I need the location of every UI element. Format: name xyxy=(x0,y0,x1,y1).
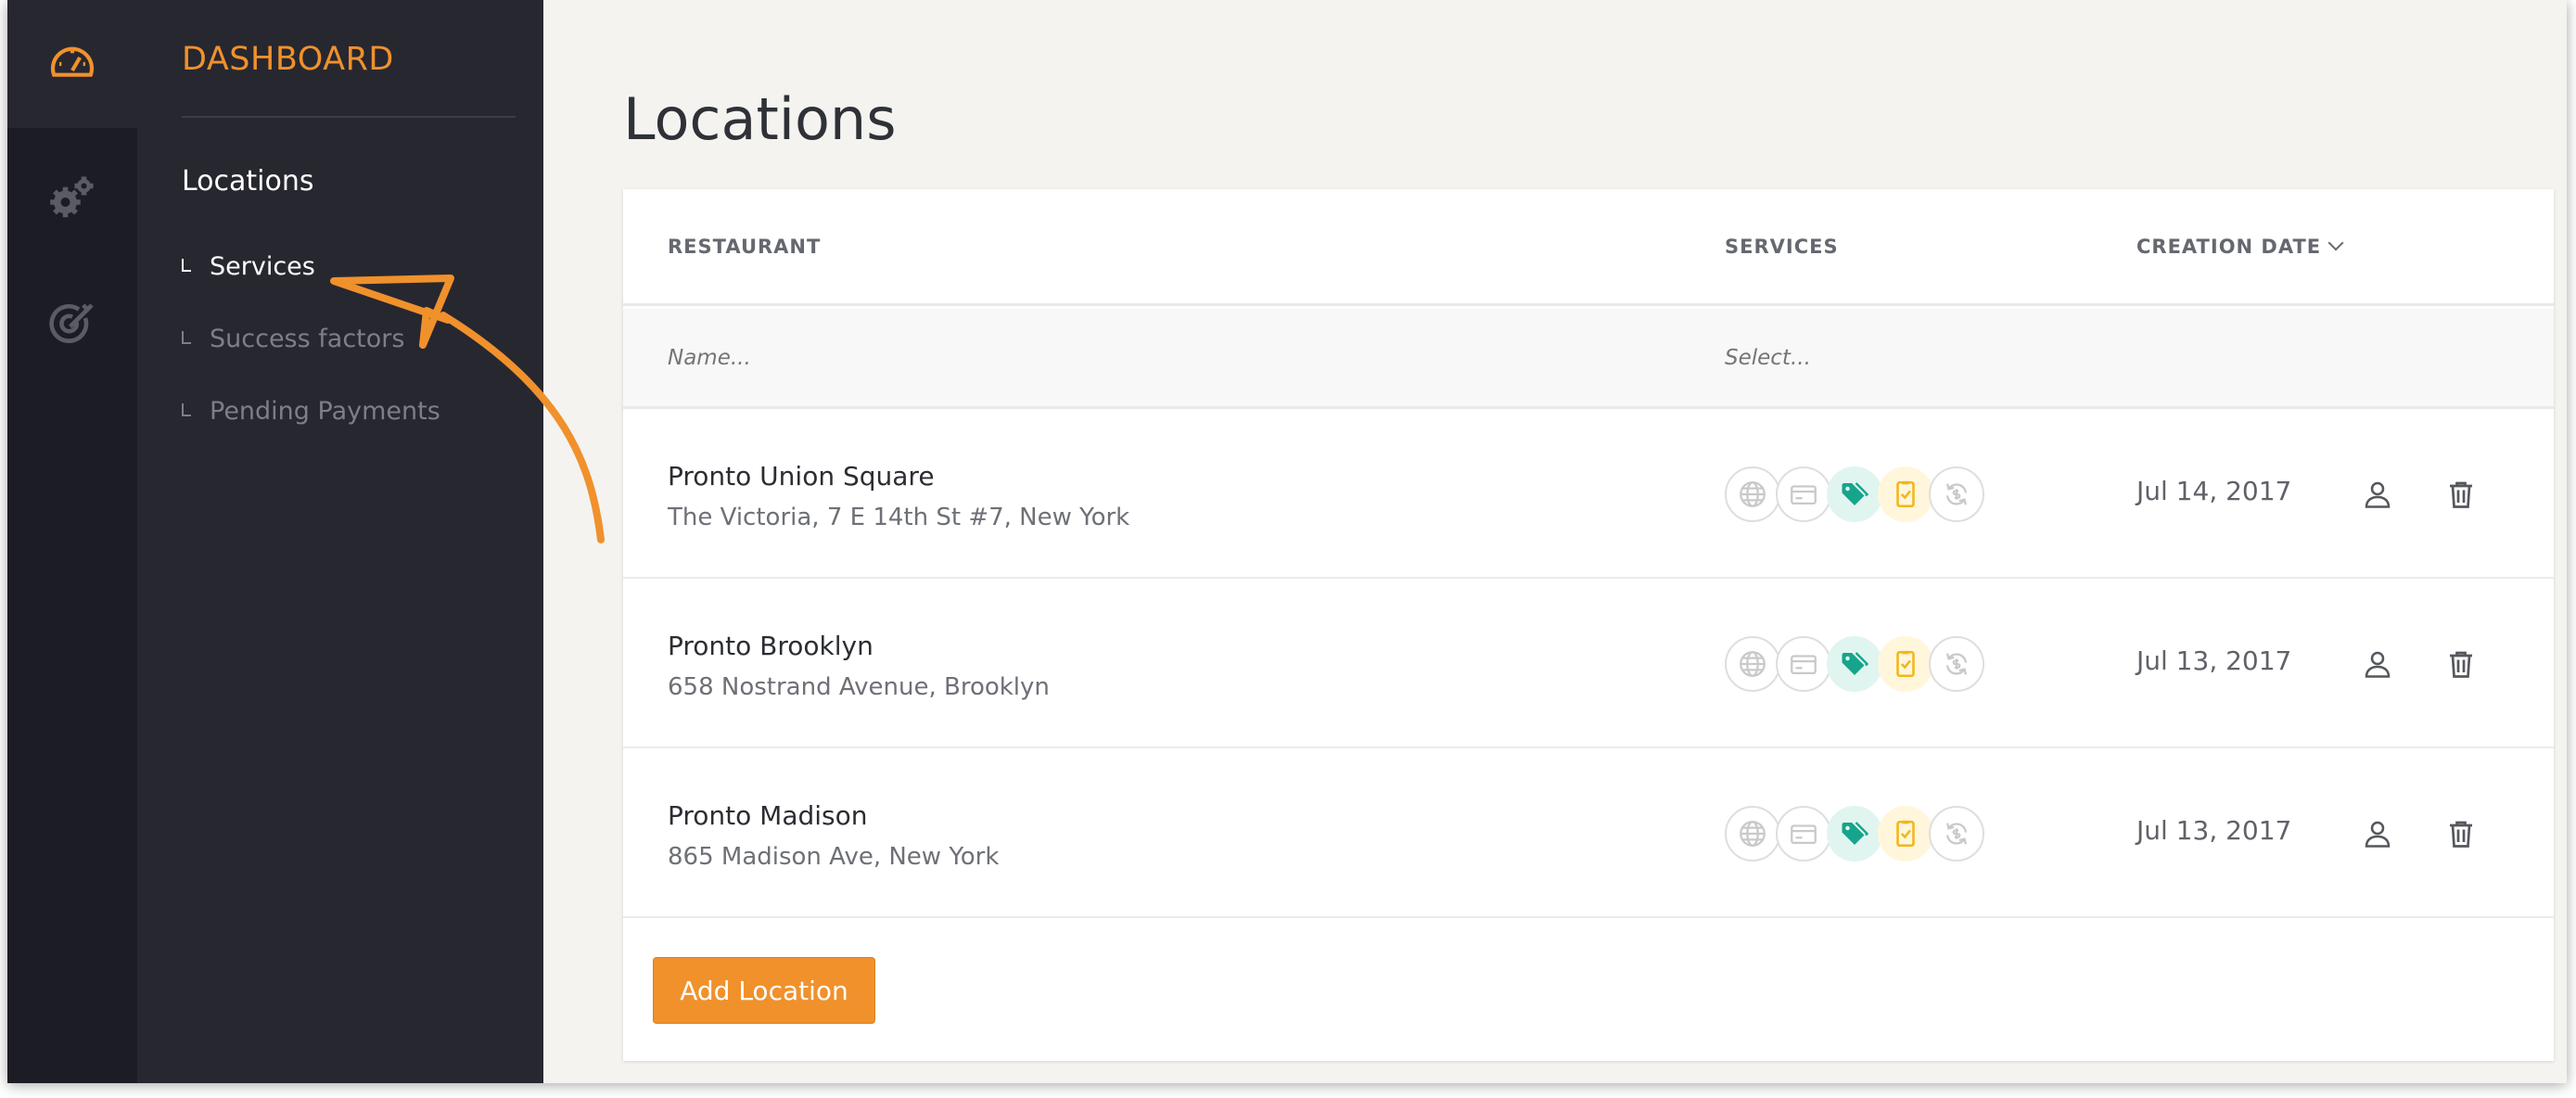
user-icon[interactable] xyxy=(2355,642,2400,686)
restaurant-name: Pronto Brooklyn xyxy=(668,631,874,661)
locations-table: RESTAURANT SERVICES CREATION DATE Pronto… xyxy=(623,189,2554,1061)
user-icon[interactable] xyxy=(2355,472,2400,517)
restaurant-address: 865 Madison Ave, New York xyxy=(668,843,1000,871)
refresh-dollar-icon[interactable] xyxy=(1929,466,1984,522)
refresh-dollar-icon[interactable] xyxy=(1929,806,1984,862)
services-filter-select[interactable] xyxy=(1725,346,2188,370)
sidebar: DASHBOARD Locations Services Success fac… xyxy=(137,0,543,1083)
creation-date: Jul 14, 2017 xyxy=(2136,476,2292,506)
icon-rail xyxy=(7,0,137,1083)
restaurant-address: The Victoria, 7 E 14th St #7, New York xyxy=(668,504,1130,531)
creation-date: Jul 13, 2017 xyxy=(2136,645,2292,676)
app-window: DASHBOARD Locations Services Success fac… xyxy=(7,0,2567,1083)
tag-icon[interactable] xyxy=(1827,806,1882,862)
sidebar-item-services[interactable]: Services xyxy=(182,252,315,281)
tree-branch-icon xyxy=(182,402,191,416)
sidebar-item-label: Services xyxy=(210,252,315,281)
rail-item-goals[interactable] xyxy=(7,292,137,357)
divider xyxy=(182,116,516,118)
restaurant-name: Pronto Union Square xyxy=(668,461,935,492)
column-header-services[interactable]: SERVICES xyxy=(1725,236,1839,258)
globe-icon[interactable] xyxy=(1725,466,1780,522)
credit-card-icon[interactable] xyxy=(1776,636,1831,692)
trash-icon[interactable] xyxy=(2439,642,2483,686)
user-icon[interactable] xyxy=(2355,811,2400,856)
restaurant-name: Pronto Madison xyxy=(668,800,868,831)
page-title: Locations xyxy=(623,85,897,153)
column-header-creation-date[interactable]: CREATION DATE xyxy=(2136,235,2344,258)
main-content: Locations RESTAURANT SERVICES CREATION D… xyxy=(543,0,2567,1083)
creation-date: Jul 13, 2017 xyxy=(2136,815,2292,846)
tag-icon[interactable] xyxy=(1827,466,1882,522)
tree-branch-icon xyxy=(182,258,191,272)
credit-card-icon[interactable] xyxy=(1776,466,1831,522)
speedometer-icon xyxy=(50,46,95,77)
column-header-label: CREATION DATE xyxy=(2136,236,2322,258)
add-location-button[interactable]: Add Location xyxy=(653,957,875,1024)
globe-icon[interactable] xyxy=(1725,806,1780,862)
sidebar-item-label: Success factors xyxy=(210,325,405,353)
chevron-down-icon xyxy=(2327,235,2344,251)
name-filter-input[interactable] xyxy=(668,346,1502,370)
brand-title[interactable]: DASHBOARD xyxy=(182,41,394,78)
service-icons xyxy=(1725,466,1984,522)
sidebar-item-label: Pending Payments xyxy=(210,397,440,426)
table-row[interactable]: Pronto Union Square The Victoria, 7 E 14… xyxy=(623,409,2554,579)
service-icons xyxy=(1725,636,1984,692)
sidebar-item-pending-payments[interactable]: Pending Payments xyxy=(182,397,440,426)
tree-branch-icon xyxy=(182,330,191,344)
gears-icon xyxy=(50,176,94,218)
credit-card-icon[interactable] xyxy=(1776,806,1831,862)
clipboard-check-icon[interactable] xyxy=(1878,636,1933,692)
refresh-dollar-icon[interactable] xyxy=(1929,636,1984,692)
service-icons xyxy=(1725,806,1984,862)
clipboard-check-icon[interactable] xyxy=(1878,466,1933,522)
column-header-restaurant[interactable]: RESTAURANT xyxy=(668,236,821,258)
table-header: RESTAURANT SERVICES CREATION DATE xyxy=(623,189,2554,306)
sidebar-item-locations[interactable]: Locations xyxy=(182,165,314,198)
sidebar-item-success-factors[interactable]: Success factors xyxy=(182,325,404,353)
trash-icon[interactable] xyxy=(2439,472,2483,517)
tag-icon[interactable] xyxy=(1827,636,1882,692)
restaurant-address: 658 Nostrand Avenue, Brooklyn xyxy=(668,673,1050,701)
table-row[interactable]: Pronto Madison 865 Madison Ave, New York… xyxy=(623,748,2554,918)
filter-row xyxy=(623,309,2554,409)
trash-icon[interactable] xyxy=(2439,811,2483,856)
globe-icon[interactable] xyxy=(1725,636,1780,692)
target-icon xyxy=(49,303,94,343)
rail-item-settings[interactable] xyxy=(7,165,137,230)
table-row[interactable]: Pronto Brooklyn 658 Nostrand Avenue, Bro… xyxy=(623,579,2554,748)
clipboard-check-icon[interactable] xyxy=(1878,806,1933,862)
rail-item-dashboard[interactable] xyxy=(7,0,137,128)
